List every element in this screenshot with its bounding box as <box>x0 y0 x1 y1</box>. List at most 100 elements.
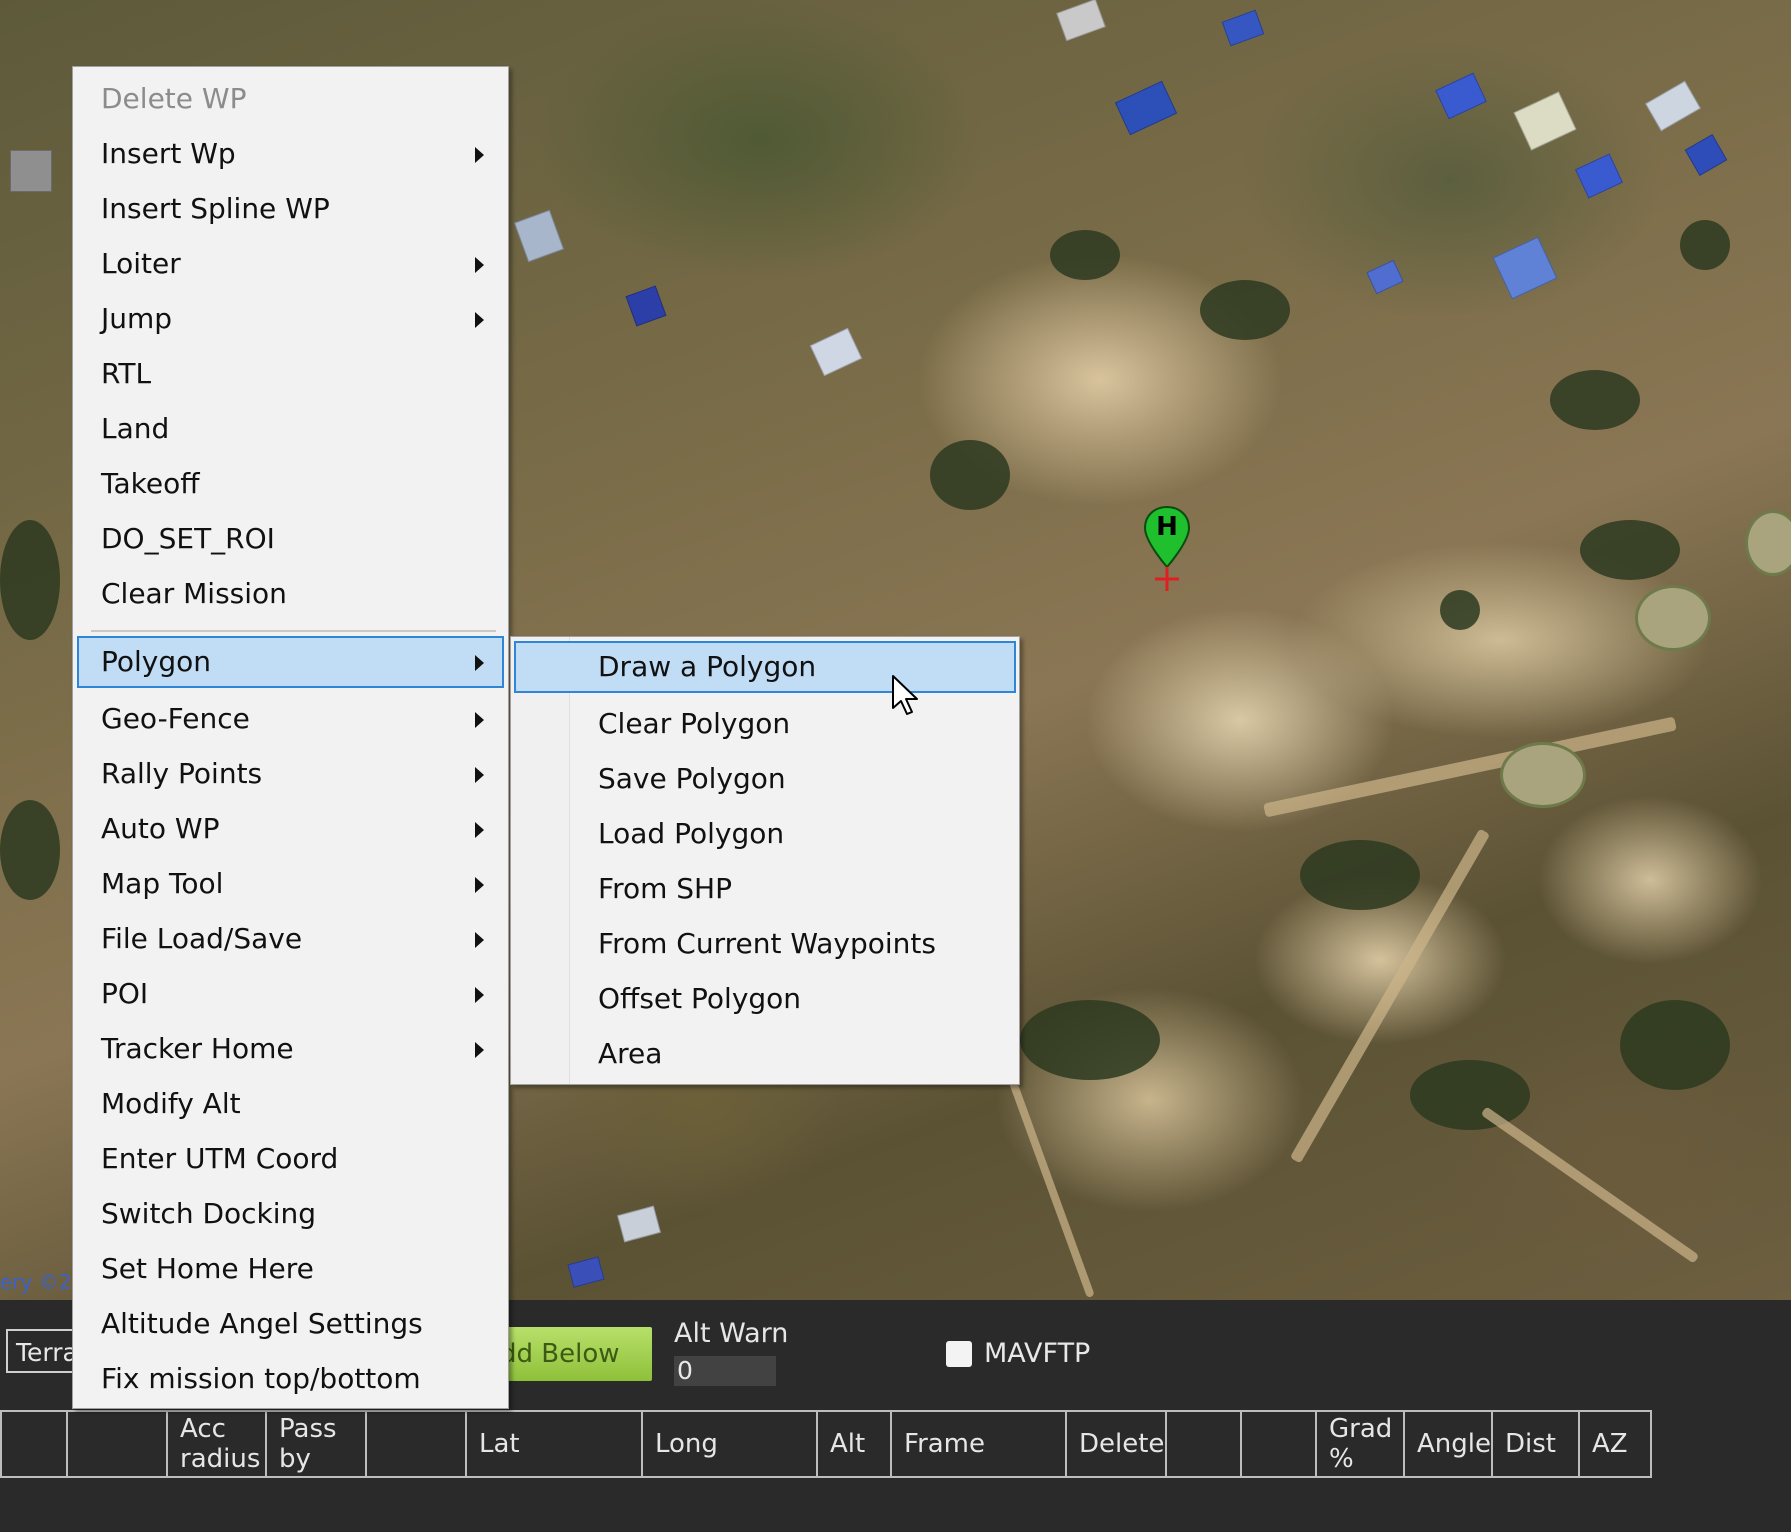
grid-column-frame[interactable]: Frame <box>892 1412 1067 1476</box>
tree <box>0 520 60 640</box>
grid-column-delete[interactable]: Delete <box>1067 1412 1167 1476</box>
tree <box>1050 230 1120 280</box>
menu-item-takeoff[interactable]: Takeoff <box>77 458 504 510</box>
menu-item-insert-spline-wp[interactable]: Insert Spline WP <box>77 183 504 235</box>
home-location-marker[interactable]: H <box>1142 505 1192 595</box>
tree <box>1550 370 1640 430</box>
menu-item-rally-points[interactable]: Rally Points <box>77 748 504 800</box>
menu-item-fix-mission-top-bottom[interactable]: Fix mission top/bottom <box>77 1353 504 1405</box>
menu-separator <box>91 630 496 632</box>
submenu-item-clear-polygon[interactable]: Clear Polygon <box>514 698 1016 750</box>
submenu-arrow-icon <box>475 767 484 783</box>
submenu-arrow-icon <box>475 877 484 893</box>
grid-column-header[interactable] <box>68 1412 168 1476</box>
menu-item-enter-utm-coord[interactable]: Enter UTM Coord <box>77 1133 504 1185</box>
tree <box>1300 840 1420 910</box>
menu-item-file-load-save[interactable]: File Load/Save <box>77 913 504 965</box>
menu-item-insert-wp[interactable]: Insert Wp <box>77 128 504 180</box>
building <box>1056 0 1106 42</box>
menu-item-loiter[interactable]: Loiter <box>77 238 504 290</box>
submenu-item-from-shp[interactable]: From SHP <box>514 863 1016 915</box>
alt-warn-input[interactable]: 0 <box>674 1356 776 1386</box>
building <box>1575 153 1623 199</box>
tree <box>0 800 60 900</box>
map-attribution: ery ©2 <box>0 1270 72 1294</box>
submenu-arrow-icon <box>475 932 484 948</box>
submenu-item-load-polygon[interactable]: Load Polygon <box>514 808 1016 860</box>
mavftp-checkbox-group[interactable]: MAVFTP <box>946 1338 1090 1369</box>
menu-item-do-set-roi[interactable]: DO_SET_ROI <box>77 513 504 565</box>
menu-item-set-home-here[interactable]: Set Home Here <box>77 1243 504 1295</box>
grid-column-lat[interactable]: Lat <box>467 1412 643 1476</box>
tree <box>1200 280 1290 340</box>
grid-column-angle[interactable]: Angle <box>1405 1412 1493 1476</box>
submenu-item-area[interactable]: Area <box>514 1028 1016 1080</box>
grid-column-az[interactable]: AZ <box>1580 1412 1650 1476</box>
building <box>617 1205 661 1243</box>
menu-item-modify-alt[interactable]: Modify Alt <box>77 1078 504 1130</box>
pond <box>1500 742 1586 808</box>
grid-column-grad[interactable]: Grad% <box>1317 1412 1405 1476</box>
menu-item-jump[interactable]: Jump <box>77 293 504 345</box>
mouse-cursor-icon <box>892 675 918 715</box>
menu-item-altitude-angel-settings[interactable]: Altitude Angel Settings <box>77 1298 504 1350</box>
grid-column-header[interactable] <box>367 1412 467 1476</box>
menu-item-clear-mission[interactable]: Clear Mission <box>77 568 504 620</box>
building <box>1114 80 1178 136</box>
submenu-item-offset-polygon[interactable]: Offset Polygon <box>514 973 1016 1025</box>
building <box>1513 91 1577 151</box>
tree <box>1580 520 1680 580</box>
building <box>1645 80 1701 132</box>
dirt-track <box>1480 1106 1700 1264</box>
building <box>513 209 565 263</box>
mavftp-checkbox[interactable] <box>946 1340 972 1367</box>
grid-column-dist[interactable]: Dist <box>1493 1412 1580 1476</box>
grid-column-acc-radius[interactable]: Acc radius <box>168 1412 267 1476</box>
polygon-submenu: Draw a Polygon Clear Polygon Save Polygo… <box>510 636 1020 1085</box>
grid-column-alt[interactable]: Alt <box>818 1412 892 1476</box>
menu-item-delete-wp[interactable]: Delete WP <box>77 73 504 125</box>
grid-column-header[interactable] <box>1242 1412 1317 1476</box>
building <box>1221 9 1265 47</box>
grid-column-pass-by[interactable]: Pass by <box>267 1412 367 1476</box>
pond <box>1635 585 1711 651</box>
alt-warn-label: Alt Warn <box>674 1318 789 1349</box>
building <box>809 327 863 377</box>
menu-item-tracker-home[interactable]: Tracker Home <box>77 1023 504 1075</box>
tree <box>1680 220 1730 270</box>
submenu-item-draw-a-polygon[interactable]: Draw a Polygon <box>514 641 1016 693</box>
tree <box>1440 590 1480 630</box>
grid-column-long[interactable]: Long <box>643 1412 818 1476</box>
dirt-track <box>1005 1069 1095 1299</box>
home-marker-letter: H <box>1156 512 1178 542</box>
building <box>1684 134 1728 176</box>
building <box>625 285 667 327</box>
submenu-arrow-icon <box>475 312 484 328</box>
grid-column-header[interactable] <box>1167 1412 1242 1476</box>
dirt-track <box>1263 716 1677 818</box>
menu-item-geo-fence[interactable]: Geo-Fence <box>77 693 504 745</box>
building <box>1366 259 1404 295</box>
grid-column-header[interactable] <box>2 1412 68 1476</box>
tree <box>1410 1060 1530 1130</box>
menu-item-map-tool[interactable]: Map Tool <box>77 858 504 910</box>
submenu-arrow-icon <box>475 712 484 728</box>
building <box>1435 72 1487 120</box>
submenu-item-save-polygon[interactable]: Save Polygon <box>514 753 1016 805</box>
submenu-arrow-icon <box>475 655 484 671</box>
submenu-arrow-icon <box>475 257 484 273</box>
building <box>10 150 52 192</box>
menu-item-rtl[interactable]: RTL <box>77 348 504 400</box>
submenu-arrow-icon <box>475 822 484 838</box>
map-context-menu: Delete WP Insert Wp Insert Spline WP Loi… <box>72 66 509 1409</box>
submenu-arrow-icon <box>475 987 484 1003</box>
tree <box>930 440 1010 510</box>
menu-item-poi[interactable]: POI <box>77 968 504 1020</box>
submenu-item-from-current-waypoints[interactable]: From Current Waypoints <box>514 918 1016 970</box>
menu-item-polygon[interactable]: Polygon <box>77 636 504 688</box>
menu-item-auto-wp[interactable]: Auto WP <box>77 803 504 855</box>
menu-item-land[interactable]: Land <box>77 403 504 455</box>
menu-item-switch-docking[interactable]: Switch Docking <box>77 1188 504 1240</box>
tree <box>1620 1000 1730 1090</box>
waypoint-grid-header: Acc radius Pass by Lat Long Alt Frame Dele… <box>0 1410 1652 1478</box>
